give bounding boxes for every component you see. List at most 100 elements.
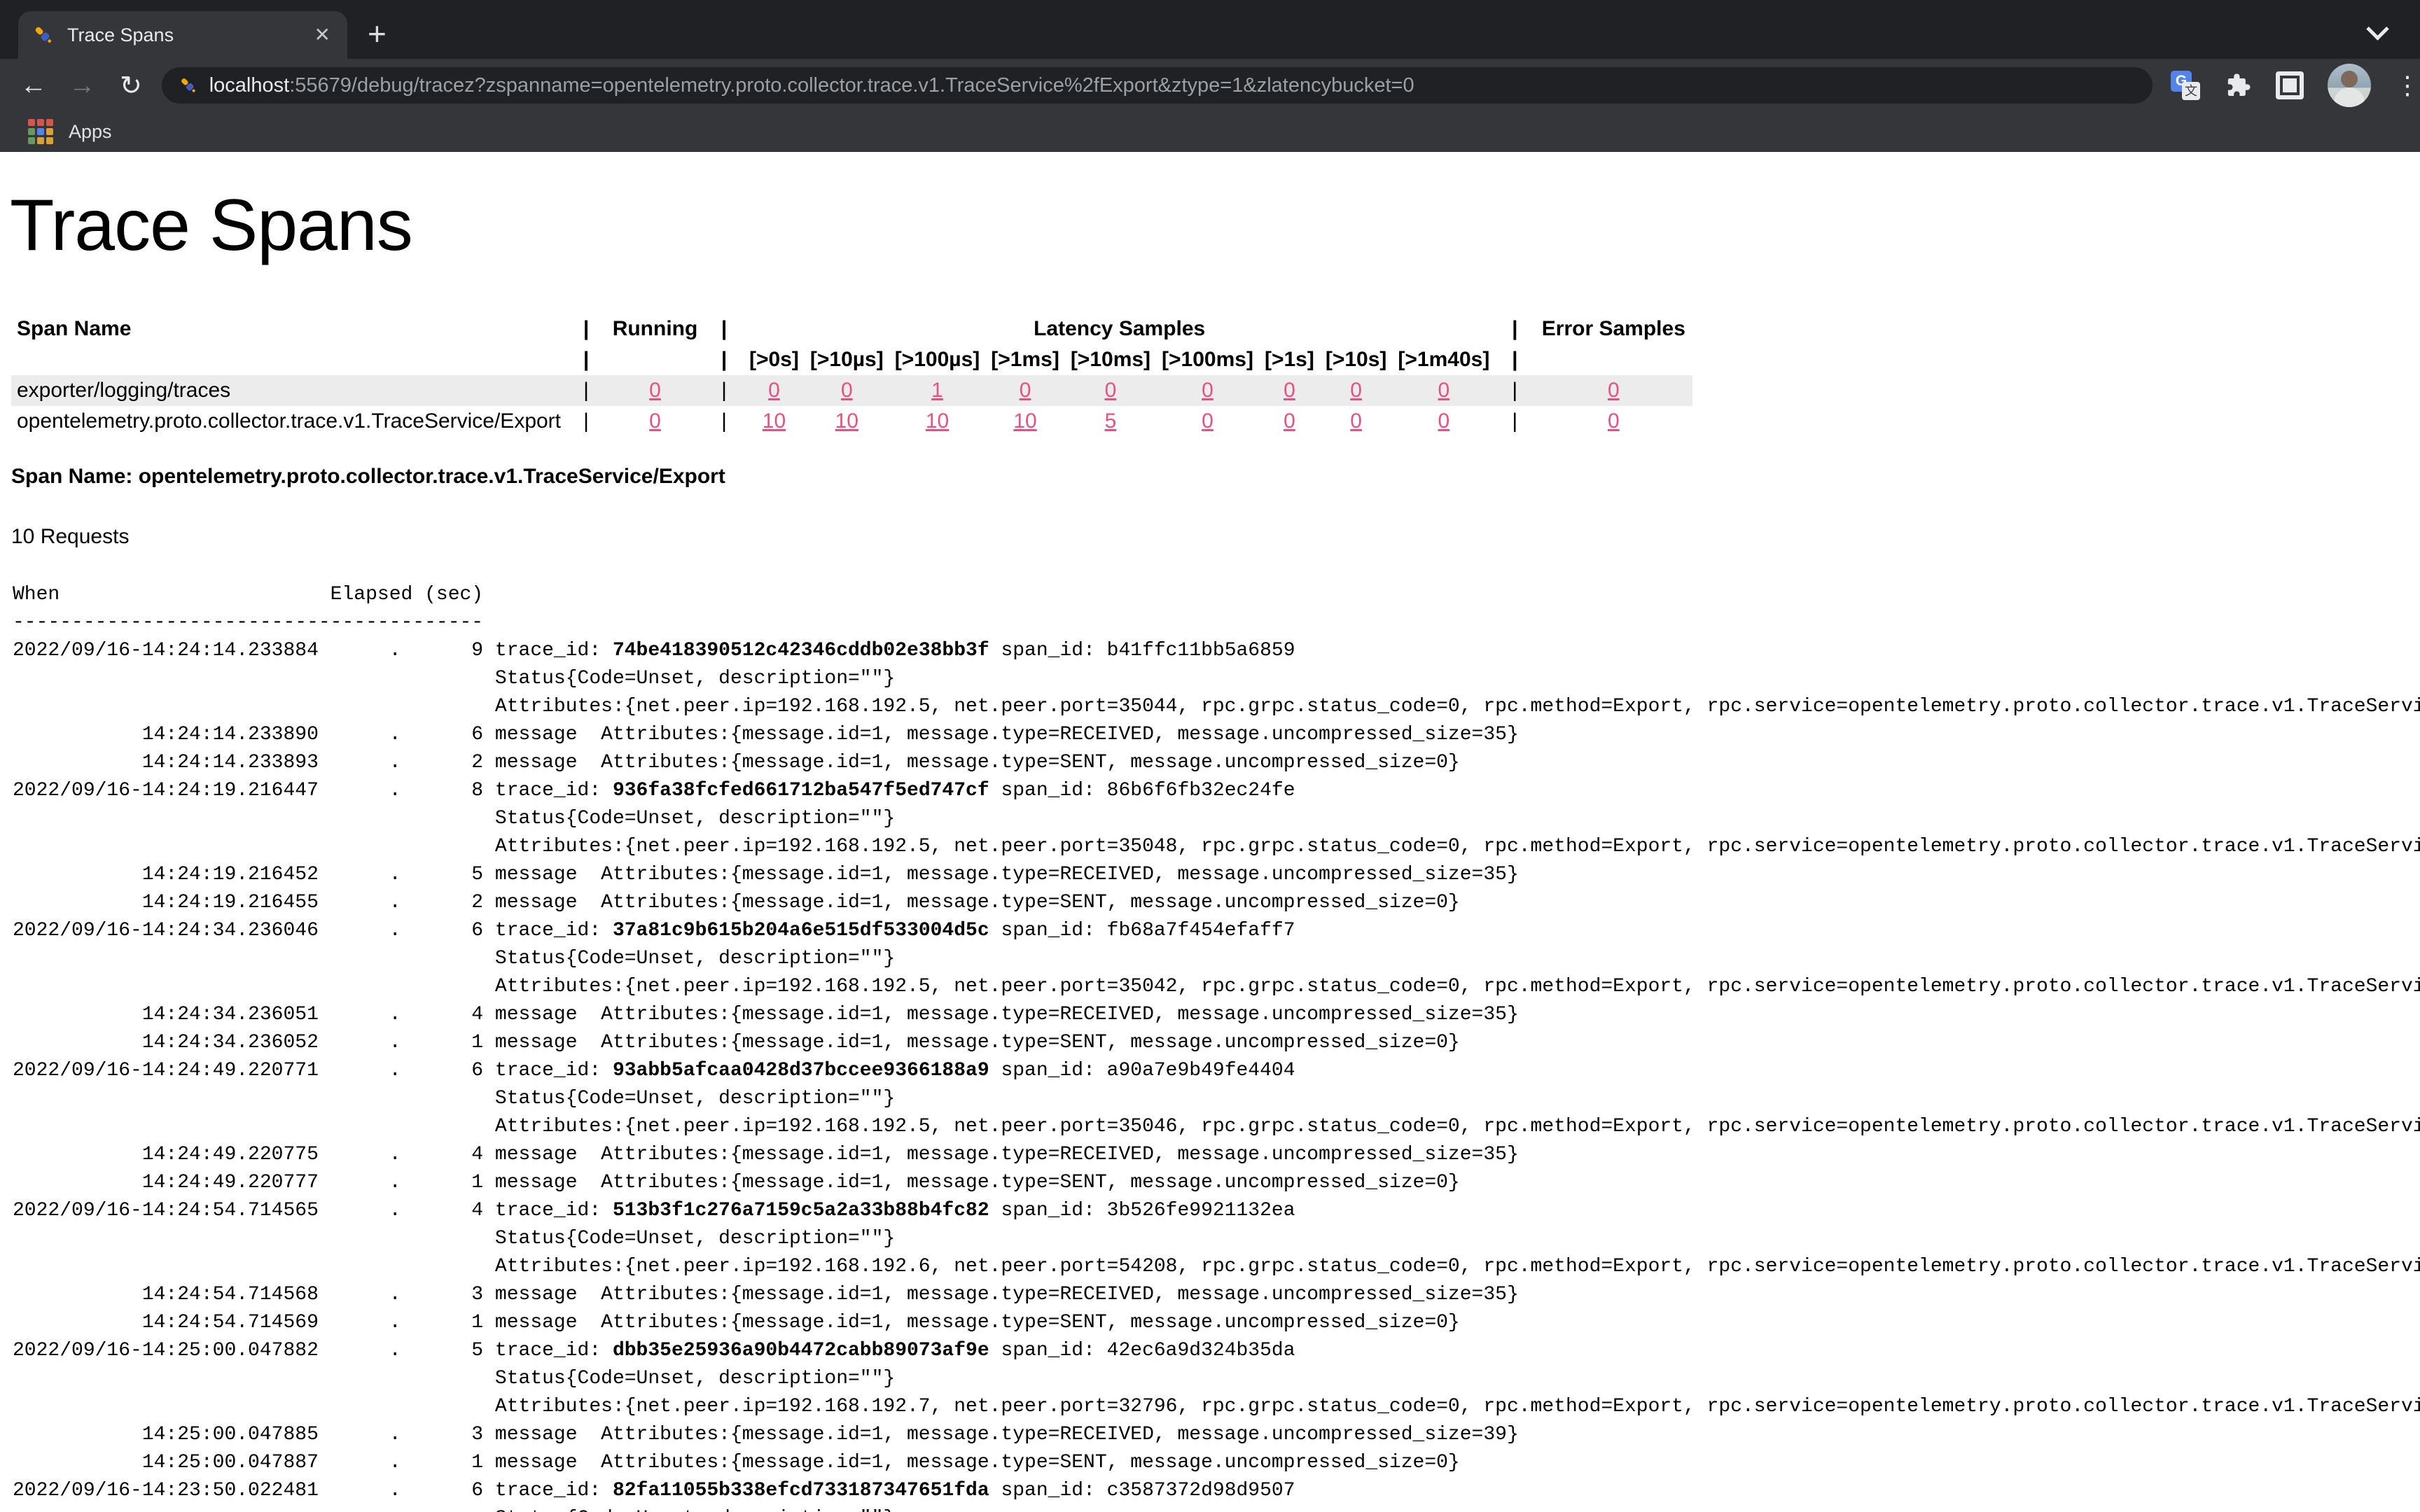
extensions-icon[interactable] — [2224, 71, 2252, 99]
url-path: :55679/debug/tracez?zspanname=openteleme… — [289, 74, 1414, 97]
col-running: Running — [606, 314, 704, 344]
browser-tab-trace-spans[interactable]: Trace Spans ✕ — [18, 11, 347, 59]
bookmarks-bar: Apps — [0, 112, 2420, 152]
side-panel-icon[interactable] — [2276, 71, 2304, 99]
sample-count-link[interactable]: 0 — [1438, 410, 1450, 433]
profile-avatar[interactable] — [2328, 64, 2371, 107]
sample-count-link[interactable]: 0 — [1608, 379, 1620, 402]
sample-count-link[interactable]: 0 — [1020, 379, 1031, 402]
page-title: Trace Spans — [10, 184, 2420, 267]
sample-count-link[interactable]: 5 — [1105, 410, 1117, 433]
latency-bucket-cell: 10 — [889, 406, 986, 437]
separator: | — [566, 344, 606, 375]
detail-span-name-heading: Span Name: opentelemetry.proto.collector… — [11, 465, 2420, 489]
bucket-label: [>1ms] — [985, 344, 1065, 375]
separator: | — [1495, 375, 1534, 406]
apps-label[interactable]: Apps — [69, 121, 112, 143]
error-samples-cell: 0 — [1534, 406, 1692, 437]
tab-close-icon[interactable]: ✕ — [312, 22, 333, 48]
tab-search-chevron-icon[interactable] — [2370, 21, 2391, 42]
sample-count-link[interactable]: 0 — [1284, 410, 1295, 433]
latency-bucket-cell: 0 — [985, 375, 1065, 406]
sample-count-link[interactable]: 10 — [835, 410, 858, 433]
sample-count-link[interactable]: 0 — [1350, 379, 1362, 402]
separator: | — [566, 406, 606, 437]
omnibox-favicon — [179, 76, 198, 95]
latency-bucket-cell: 0 — [1156, 375, 1259, 406]
running-cell: 0 — [606, 406, 704, 437]
apps-grid-icon[interactable] — [28, 119, 53, 144]
span-name-cell: opentelemetry.proto.collector.trace.v1.T… — [11, 406, 566, 437]
latency-bucket-cell: 0 — [1259, 406, 1320, 437]
sample-count-link[interactable]: 0 — [841, 379, 853, 402]
menu-kebab-icon[interactable]: ⋮ — [2395, 71, 2420, 100]
span-row: exporter/logging/traces|0|001000000|0 — [11, 375, 1692, 406]
url-host: localhost — [209, 74, 289, 97]
separator: | — [704, 406, 744, 437]
latency-bucket-cell: 0 — [1259, 375, 1320, 406]
latency-bucket-cell: 10 — [805, 406, 889, 437]
sample-count-link[interactable]: 0 — [649, 379, 661, 402]
bucket-label: [>0s] — [744, 344, 805, 375]
col-span-name: Span Name — [11, 314, 566, 344]
latency-bucket-cell: 10 — [985, 406, 1065, 437]
sample-count-link[interactable]: 0 — [649, 410, 661, 433]
sample-count-link[interactable]: 0 — [768, 379, 780, 402]
bucket-label: [>100ms] — [1156, 344, 1259, 375]
running-cell: 0 — [606, 375, 704, 406]
span-row: opentelemetry.proto.collector.trace.v1.T… — [11, 406, 1692, 437]
table-header-row: Span Name | Running | Latency Samples | … — [11, 314, 1692, 344]
separator: | — [704, 314, 744, 344]
sample-count-link[interactable]: 0 — [1608, 410, 1620, 433]
col-error-samples: Error Samples — [1534, 314, 1692, 344]
bucket-label: [>10s] — [1320, 344, 1393, 375]
sample-count-link[interactable]: 10 — [763, 410, 786, 433]
bucket-label: [>10ms] — [1065, 344, 1156, 375]
page-content: Trace Spans Span Name | Running | Latenc… — [0, 184, 2420, 1512]
sample-count-link[interactable]: 0 — [1284, 379, 1295, 402]
latency-bucket-cell: 5 — [1065, 406, 1156, 437]
sample-count-link[interactable]: 0 — [1105, 379, 1117, 402]
latency-bucket-cell: 0 — [1392, 375, 1495, 406]
latency-bucket-cell: 0 — [1156, 406, 1259, 437]
bucket-label: [>100µs] — [889, 344, 986, 375]
sample-count-link[interactable]: 0 — [1202, 379, 1214, 402]
sample-count-link[interactable]: 1 — [931, 379, 943, 402]
latency-bucket-cell: 0 — [744, 375, 805, 406]
tab-strip: Trace Spans ✕ + — [0, 0, 2420, 59]
sample-count-link[interactable]: 0 — [1438, 379, 1450, 402]
separator: | — [704, 375, 744, 406]
separator: | — [566, 314, 606, 344]
translate-wen: 文 — [2182, 82, 2200, 100]
bucket-header-row: | | [>0s][>10µs][>100µs][>1ms][>10ms][>1… — [11, 344, 1692, 375]
forward-icon[interactable]: → — [67, 71, 98, 101]
request-log: When Elapsed (sec) ---------------------… — [13, 581, 2420, 1512]
back-icon[interactable]: ← — [18, 71, 49, 101]
error-samples-cell: 0 — [1534, 375, 1692, 406]
sample-count-link[interactable]: 10 — [1013, 410, 1036, 433]
span-name-cell: exporter/logging/traces — [11, 375, 566, 406]
latency-bucket-cell: 0 — [805, 375, 889, 406]
sample-count-link[interactable]: 0 — [1350, 410, 1362, 433]
trace-spans-table: Span Name | Running | Latency Samples | … — [11, 314, 1692, 437]
address-bar[interactable]: localhost:55679/debug/tracez?zspanname=o… — [162, 67, 2153, 104]
separator: | — [566, 375, 606, 406]
bucket-label: [>10µs] — [805, 344, 889, 375]
separator: | — [1495, 406, 1534, 437]
spans-table-body: exporter/logging/traces|0|001000000|0ope… — [11, 375, 1692, 437]
translate-icon[interactable]: G 文 — [2171, 71, 2200, 100]
sample-count-link[interactable]: 0 — [1202, 410, 1214, 433]
separator: | — [1495, 344, 1534, 375]
new-tab-button[interactable]: + — [368, 18, 387, 49]
opentelemetry-favicon — [32, 24, 55, 46]
tab-title: Trace Spans — [67, 24, 312, 46]
latency-bucket-cell: 10 — [744, 406, 805, 437]
bucket-label: [>1s] — [1259, 344, 1320, 375]
separator: | — [1495, 314, 1534, 344]
sample-count-link[interactable]: 10 — [926, 410, 949, 433]
bucket-label: [>1m40s] — [1392, 344, 1495, 375]
url-text: localhost:55679/debug/tracez?zspanname=o… — [209, 74, 1414, 97]
reload-icon[interactable]: ↻ — [116, 70, 146, 102]
request-count: 10 Requests — [11, 525, 2420, 549]
latency-bucket-cell: 0 — [1320, 375, 1393, 406]
